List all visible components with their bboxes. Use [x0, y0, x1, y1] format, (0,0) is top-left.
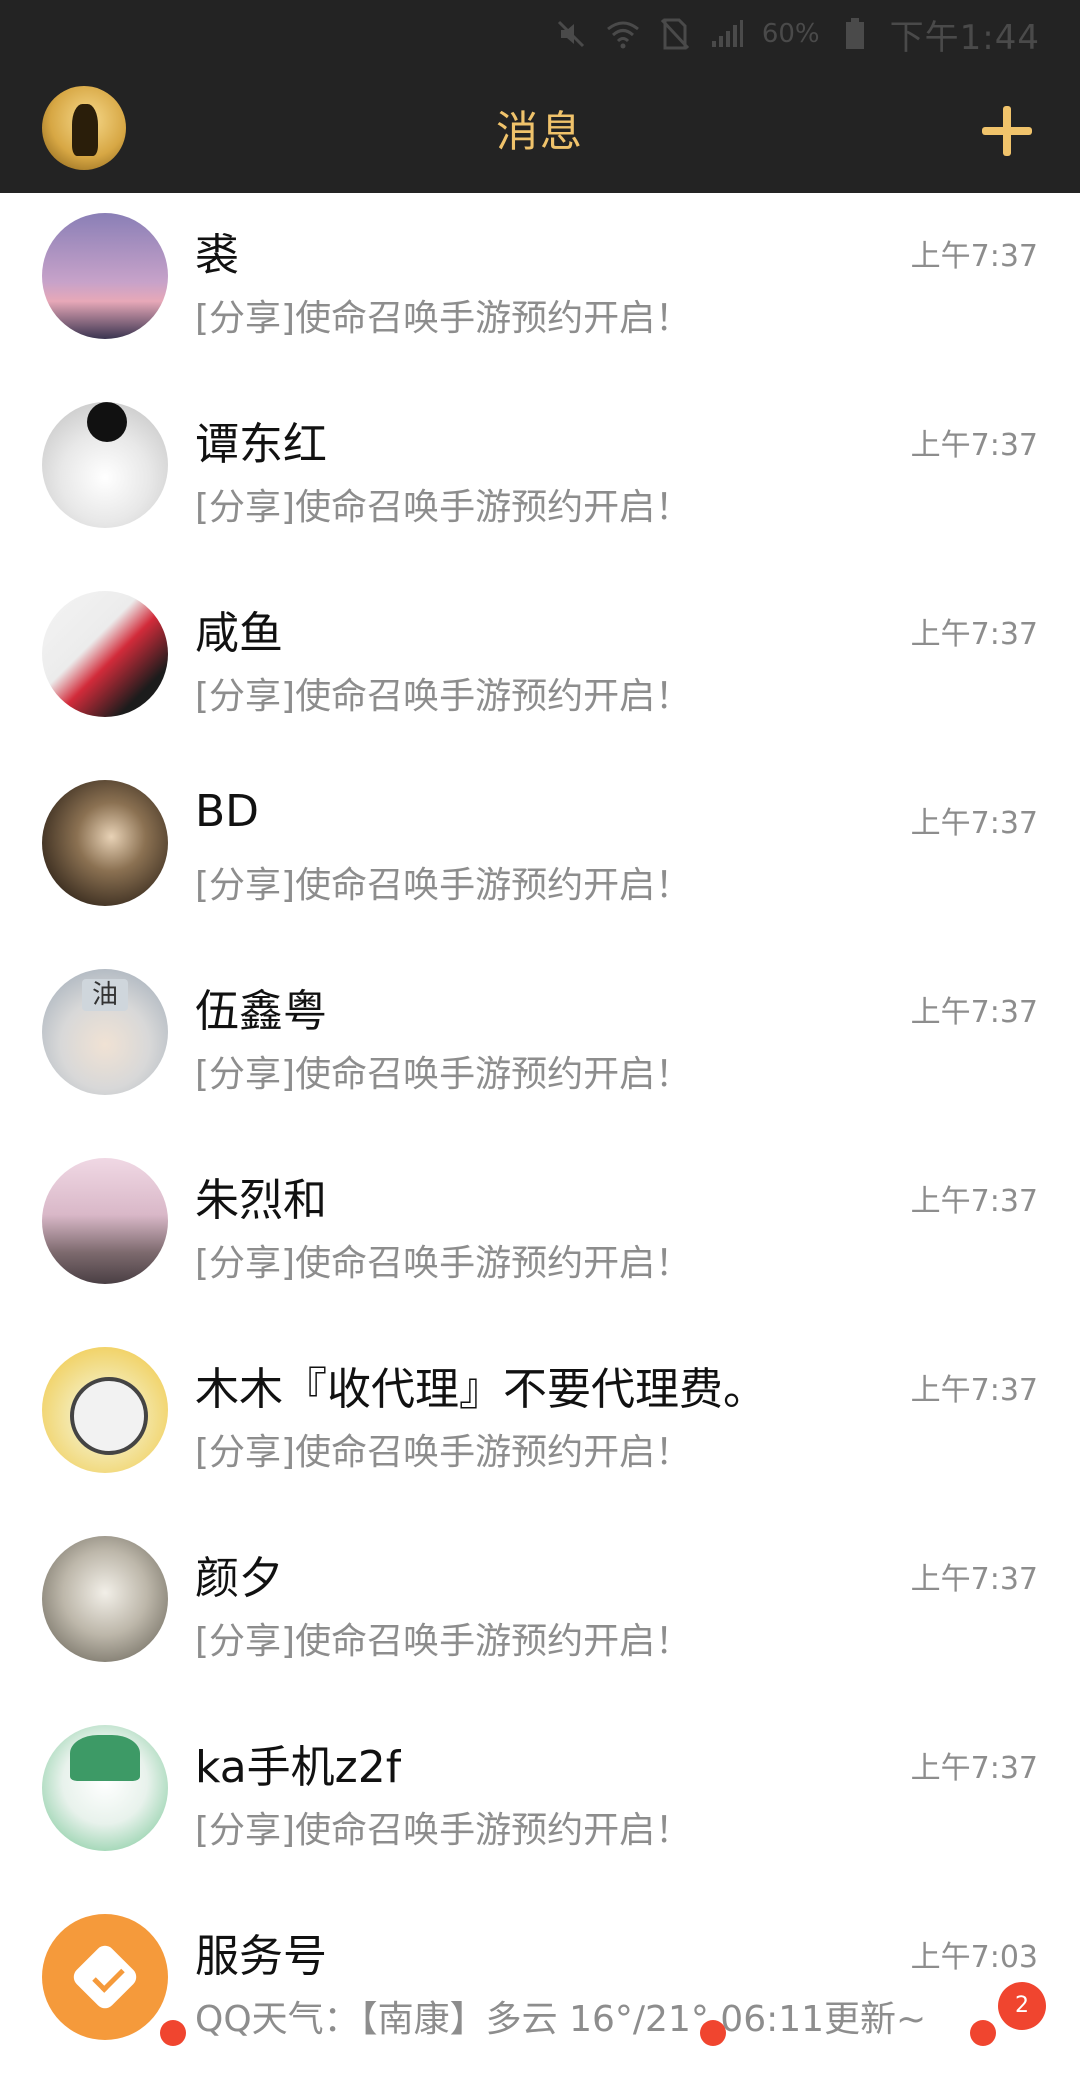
conversation-row[interactable]: 伍鑫粤 [分享]使命召唤手游预约开启！ 上午7:37 — [0, 949, 1080, 1138]
message-preview: [分享]使命召唤手游预约开启！ — [195, 1810, 692, 1851]
contact-avatar[interactable] — [42, 591, 168, 717]
contact-avatar[interactable] — [42, 969, 168, 1095]
contact-name: BD — [195, 786, 260, 837]
no-sim-icon — [658, 17, 692, 51]
message-time: 上午7:37 — [910, 428, 1038, 463]
message-preview: [分享]使命召唤手游预约开启！ — [195, 865, 692, 906]
message-time: 上午7:37 — [910, 806, 1038, 841]
mute-icon — [554, 17, 588, 51]
conversation-row[interactable]: 裘 [分享]使命召唤手游预约开启！ 上午7:37 — [0, 193, 1080, 382]
service-account-icon[interactable] — [42, 1914, 168, 2040]
message-time: 上午7:37 — [910, 617, 1038, 652]
message-time: 上午7:37 — [910, 1562, 1038, 1597]
wifi-icon — [606, 17, 640, 51]
page-title: 消息 — [495, 107, 584, 156]
message-time: 上午7:37 — [910, 1751, 1038, 1786]
contact-avatar[interactable] — [42, 1158, 168, 1284]
top-header: 60% 下午1:44 消息 — [0, 0, 1080, 193]
tab-notification-dot — [700, 2020, 726, 2046]
battery-icon — [838, 17, 872, 51]
contact-avatar[interactable] — [42, 1536, 168, 1662]
contact-avatar[interactable] — [42, 780, 168, 906]
message-preview: [分享]使命召唤手游预约开启！ — [195, 298, 692, 339]
message-preview: [分享]使命召唤手游预约开启！ — [195, 487, 692, 528]
conversation-row[interactable]: 服务号 QQ天气：【南康】多云 16°/21° 06:11更新~ 上午7:03 — [0, 1894, 1080, 2083]
message-preview: [分享]使命召唤手游预约开启！ — [195, 1621, 692, 1662]
conversation-row[interactable]: 颜夕 [分享]使命召唤手游预约开启！ 上午7:37 — [0, 1516, 1080, 1705]
contact-name: ka手机z2f — [195, 1742, 402, 1793]
plus-icon[interactable] — [982, 106, 1032, 156]
unread-badge: 2 — [998, 1982, 1046, 2030]
message-preview: [分享]使命召唤手游预约开启！ — [195, 1243, 692, 1284]
signal-icon — [710, 17, 744, 51]
conversation-row[interactable]: 谭东红 [分享]使命召唤手游预约开启！ 上午7:37 — [0, 382, 1080, 571]
tab-notification-dot — [970, 2020, 996, 2046]
tab-notification-dot — [160, 2020, 186, 2046]
contact-name: 颜夕 — [195, 1553, 283, 1604]
contact-avatar[interactable] — [42, 213, 168, 339]
message-time: 上午7:37 — [910, 995, 1038, 1030]
message-time: 上午7:37 — [910, 1184, 1038, 1219]
message-preview: QQ天气：【南康】多云 16°/21° 06:11更新~ — [195, 1999, 927, 2040]
contact-name: 谭东红 — [195, 419, 327, 470]
message-time: 上午7:37 — [910, 239, 1038, 274]
contact-name: 朱烈和 — [195, 1175, 327, 1226]
conversation-row[interactable]: 木木『收代理』不要代理费。 [分享]使命召唤手游预约开启！ 上午7:37 — [0, 1327, 1080, 1516]
conversation-row[interactable]: 咸鱼 [分享]使命召唤手游预约开启！ 上午7:37 — [0, 571, 1080, 760]
contact-avatar[interactable] — [42, 1725, 168, 1851]
conversation-row[interactable]: BD [分享]使命召唤手游预约开启！ 上午7:37 — [0, 760, 1080, 949]
status-bar: 60% 下午1:44 — [554, 10, 1040, 58]
message-time: 上午7:03 — [910, 1940, 1038, 1975]
contact-name: 裘 — [195, 230, 239, 281]
contact-name: 服务号 — [195, 1931, 327, 1982]
message-time: 上午7:37 — [910, 1373, 1038, 1408]
message-preview: [分享]使命召唤手游预约开启！ — [195, 1432, 692, 1473]
contact-avatar[interactable] — [42, 1347, 168, 1473]
contact-name: 木木『收代理』不要代理费。 — [195, 1364, 767, 1415]
status-time: 下午1:44 — [889, 17, 1040, 58]
conversation-row[interactable]: 朱烈和 [分享]使命召唤手游预约开启！ 上午7:37 — [0, 1138, 1080, 1327]
battery-percent: 60% — [761, 19, 820, 49]
message-preview: [分享]使命召唤手游预约开启！ — [195, 1054, 692, 1095]
contact-name: 伍鑫粤 — [195, 986, 327, 1037]
contact-avatar[interactable] — [42, 402, 168, 528]
conversation-row[interactable]: ka手机z2f [分享]使命召唤手游预约开启！ 上午7:37 — [0, 1705, 1080, 1894]
contact-name: 咸鱼 — [195, 608, 283, 659]
message-preview: [分享]使命召唤手游预约开启！ — [195, 676, 692, 717]
conversation-list: 裘 [分享]使命召唤手游预约开启！ 上午7:37 谭东红 [分享]使命召唤手游预… — [0, 193, 1080, 2083]
